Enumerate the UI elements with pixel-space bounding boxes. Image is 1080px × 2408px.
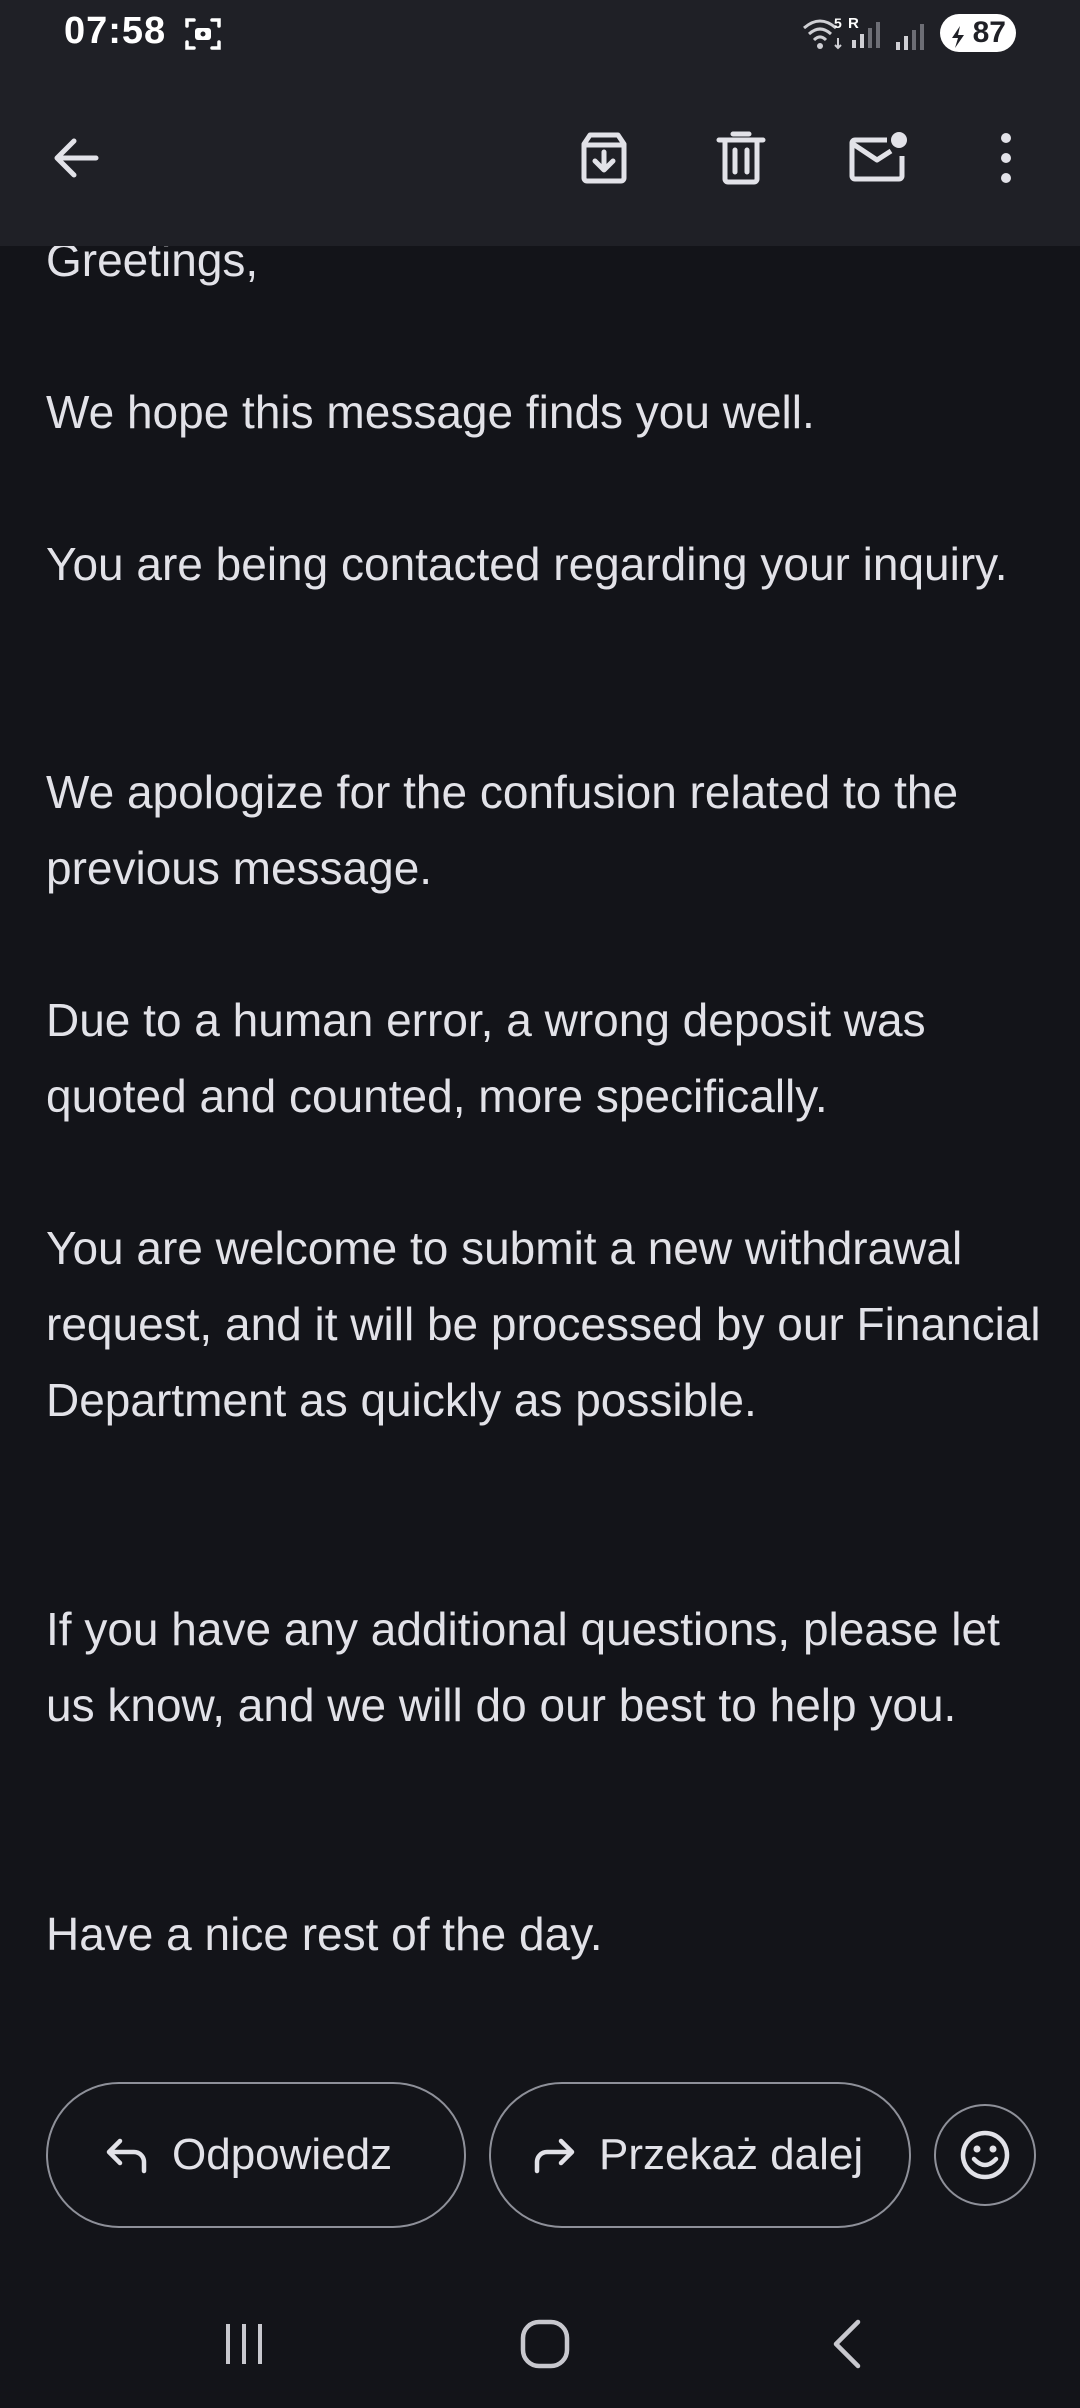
screen-recording-icon: [184, 16, 222, 57]
email-paragraph: Due to a human error, a wrong deposit wa…: [46, 994, 926, 1122]
charging-bolt-icon: [950, 22, 966, 56]
delete-button[interactable]: [705, 122, 777, 194]
email-paragraph: Have a nice rest of the day.: [46, 1908, 603, 1960]
more-vert-icon: [1001, 133, 1011, 183]
reply-button[interactable]: Odpowiedz: [46, 2082, 466, 2228]
svg-text:R: R: [848, 15, 859, 32]
signal-strength-sim2-icon: [894, 18, 930, 57]
recent-apps-icon: [226, 2324, 262, 2364]
battery-level: 87: [972, 16, 1006, 49]
svg-text:5: 5: [834, 16, 842, 31]
home-button[interactable]: [505, 2304, 585, 2384]
archive-button[interactable]: [568, 122, 640, 194]
reply-actions: Odpowiedz Przekaż dalej: [0, 2082, 1080, 2228]
wifi-icon: 5: [800, 15, 846, 57]
forward-button[interactable]: Przekaż dalej: [489, 2082, 911, 2228]
status-time: 07:58: [64, 10, 167, 52]
system-navigation-bar: [0, 2280, 1080, 2408]
email-paragraph: You are welcome to submit a new withdraw…: [46, 1222, 1041, 1426]
signal-strength-sim1-icon: R: [848, 14, 888, 57]
more-options-button[interactable]: [970, 122, 1042, 194]
recent-apps-button[interactable]: [204, 2304, 284, 2384]
reply-label: Odpowiedz: [172, 2130, 393, 2179]
smiley-icon: [960, 2130, 1010, 2180]
status-bar: 07:58 5 R 87: [0, 0, 1080, 68]
mark-unread-button[interactable]: [842, 122, 914, 194]
system-back-icon: [833, 2319, 861, 2369]
forward-label: Przekaż dalej: [599, 2130, 864, 2179]
email-paragraph: We apologize for the confusion related t…: [46, 766, 959, 894]
archive-icon: [581, 132, 627, 184]
email-body: Greetings, We hope this message finds yo…: [0, 246, 1080, 2036]
email-paragraph: Greetings,: [46, 246, 259, 286]
back-arrow-icon: [54, 138, 99, 178]
email-toolbar: [0, 68, 1080, 246]
email-paragraph: If you have any additional questions, pl…: [46, 1603, 1000, 1731]
email-paragraph: You are being contacted regarding your i…: [46, 538, 1008, 590]
trash-icon: [716, 131, 766, 185]
email-paragraph: We hope this message finds you well.: [46, 386, 815, 438]
reply-icon: [104, 2135, 150, 2175]
back-button[interactable]: [40, 122, 112, 194]
home-icon: [520, 2319, 570, 2369]
emoji-reaction-button[interactable]: [934, 2104, 1036, 2206]
forward-icon: [531, 2135, 577, 2175]
mark-unread-icon: [849, 132, 907, 182]
system-back-button[interactable]: [808, 2304, 888, 2384]
battery-indicator: 87: [940, 14, 1016, 52]
